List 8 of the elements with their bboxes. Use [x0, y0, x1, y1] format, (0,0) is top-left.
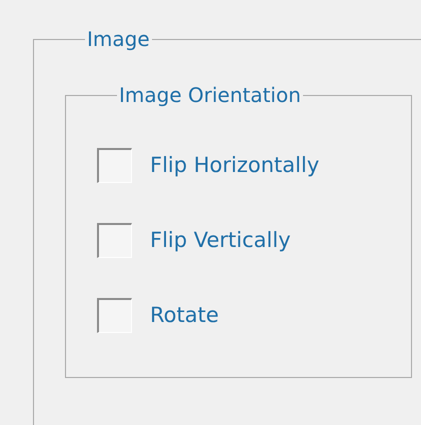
checkbox-label: Flip Horizontally: [150, 152, 320, 179]
group-title: Image: [86, 26, 151, 52]
checkbox[interactable]: [97, 148, 132, 183]
checkbox-label: Rotate: [150, 302, 219, 329]
checkbox[interactable]: [97, 223, 132, 258]
checkbox-label: Flip Vertically: [150, 226, 291, 254]
checkbox[interactable]: [97, 298, 132, 333]
group-title: Image Orientation: [118, 82, 302, 108]
